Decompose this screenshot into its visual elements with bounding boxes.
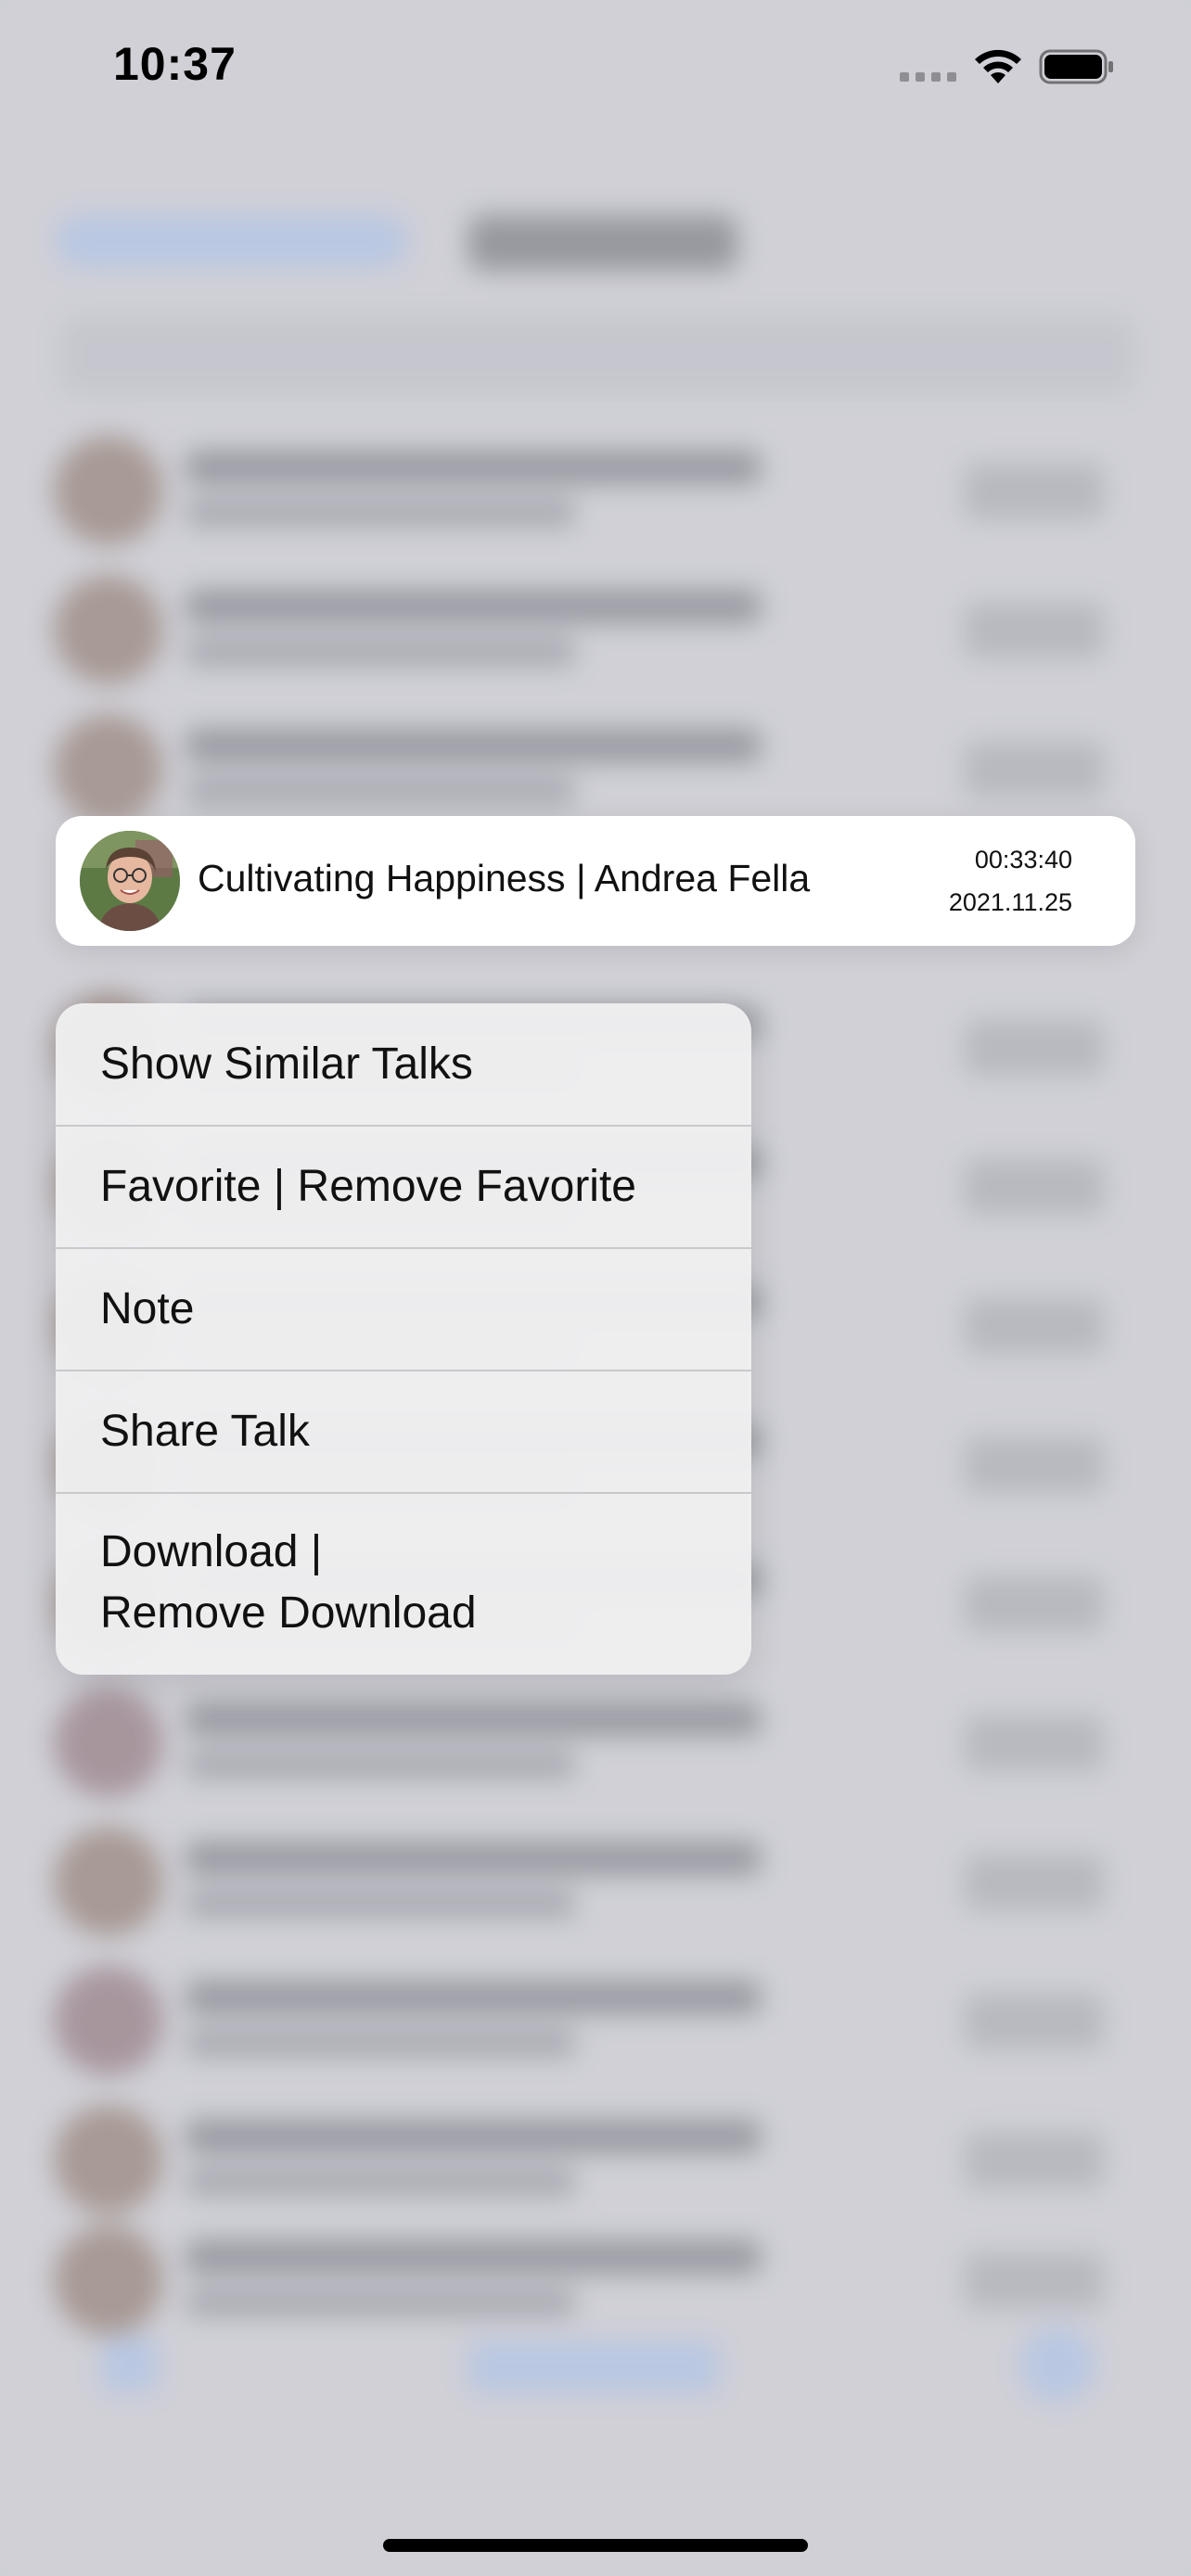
menu-item-show-similar-talks[interactable]: Show Similar Talks [56,1003,751,1125]
context-menu: Show Similar Talks Favorite | Remove Fav… [56,1003,751,1675]
menu-item-share-talk[interactable]: Share Talk [56,1371,751,1492]
talk-title: Cultivating Happiness | Andrea Fella [198,857,811,899]
wifi-icon [975,49,1021,83]
menu-item-favorite[interactable]: Favorite | Remove Favorite [56,1127,751,1247]
speaker-portrait-icon [80,831,180,931]
home-indicator[interactable] [383,2539,808,2552]
battery-icon [1039,49,1113,84]
menu-item-download[interactable]: Download | Remove Download [56,1494,751,1675]
menu-item-note[interactable]: Note [56,1249,751,1370]
talk-duration: 00:33:40 [974,846,1072,874]
cellular-signal-icon [900,72,959,85]
talk-preview-card[interactable]: Cultivating Happiness | Andrea Fella 00:… [56,816,1135,946]
talk-date: 2021.11.25 [948,888,1072,916]
status-bar: 10:37 [0,0,1191,130]
speaker-avatar [80,831,180,931]
status-time: 10:37 [113,38,237,90]
